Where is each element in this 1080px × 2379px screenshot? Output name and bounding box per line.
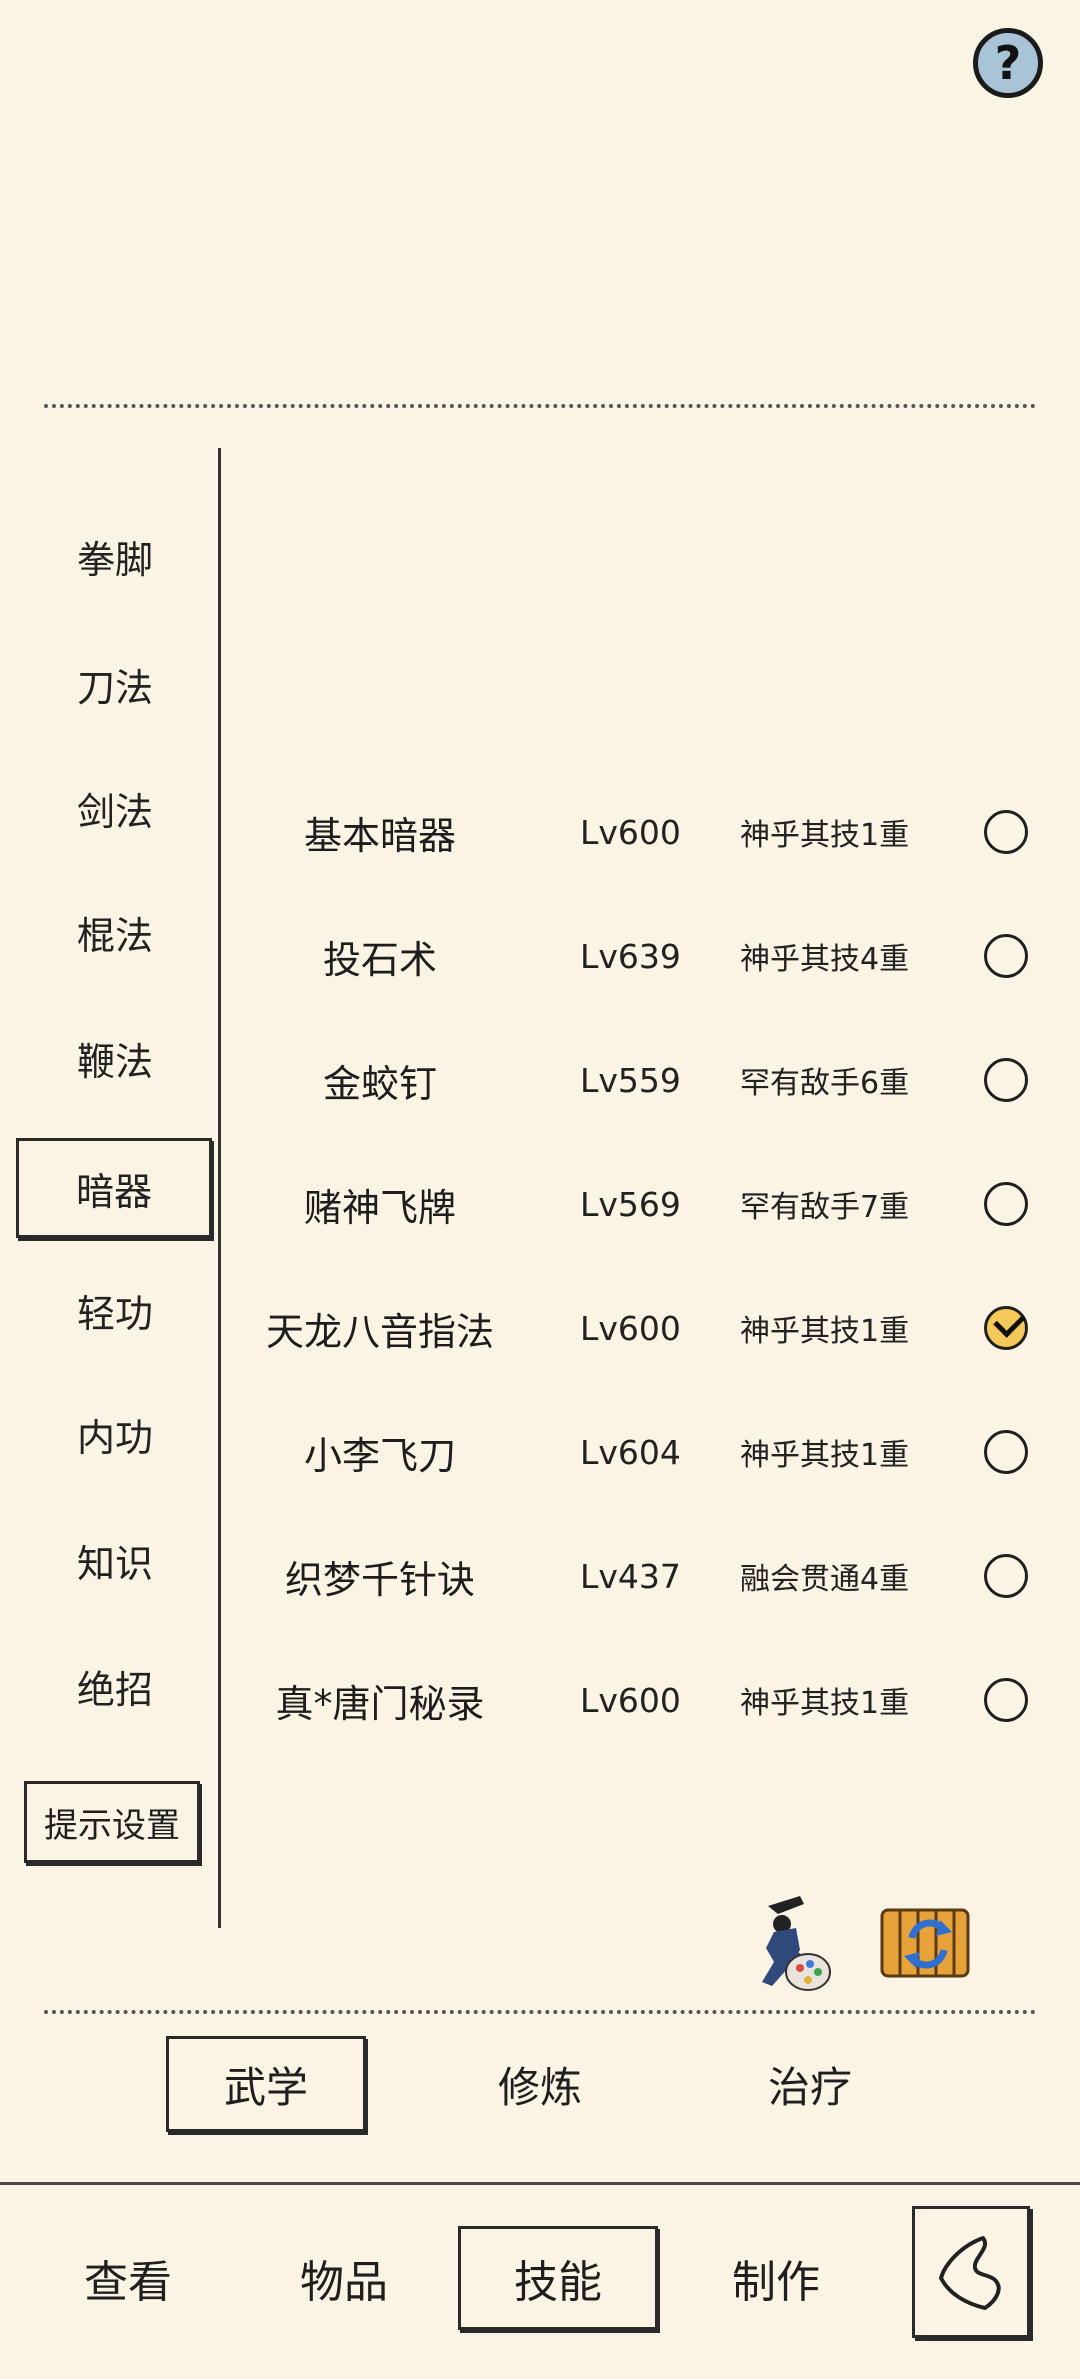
skill-row[interactable]: 赌神飞牌 Lv569 罕有敌手7重 — [240, 1164, 1040, 1244]
nav-chakan[interactable]: 查看 — [28, 2226, 228, 2330]
skill-level: Lv559 — [580, 1060, 681, 1100]
skill-rank: 神乎其技4重 — [740, 942, 910, 977]
skill-row[interactable]: 投石术 Lv639 神乎其技4重 — [240, 916, 1040, 996]
sidebar-divider — [218, 448, 221, 1928]
sidebar-item-anqi[interactable]: 暗器 — [16, 1138, 212, 1238]
skill-name: 基本暗器 — [303, 813, 456, 858]
martial-art-palette-icon[interactable] — [738, 1888, 838, 1994]
sidebar-item-quanjiao[interactable]: 拳脚 — [20, 512, 210, 600]
skill-rank: 神乎其技1重 — [740, 1686, 910, 1721]
skill-name: 小李飞刀 — [303, 1433, 456, 1478]
skill-level: Lv604 — [580, 1432, 681, 1472]
skill-name: 天龙八音指法 — [265, 1309, 494, 1354]
skill-select-radio[interactable] — [984, 1182, 1028, 1226]
bottom-divider — [44, 2010, 1036, 2014]
skill-row[interactable]: 织梦千针诀 Lv437 融会贯通4重 — [240, 1536, 1040, 1616]
skill-row[interactable]: 天龙八音指法 Lv600 神乎其技1重 — [240, 1288, 1040, 1368]
skill-rank: 罕有敌手7重 — [740, 1190, 910, 1225]
sidebar-item-jianfa[interactable]: 剑法 — [20, 764, 210, 852]
skill-row[interactable]: 金蛟钉 Lv559 罕有敌手6重 — [240, 1040, 1040, 1120]
back-button[interactable] — [912, 2206, 1030, 2338]
tab-wuxue[interactable]: 武学 — [166, 2036, 366, 2132]
top-divider — [44, 404, 1036, 408]
skill-row[interactable]: 真*唐门秘录 Lv600 神乎其技1重 — [240, 1660, 1040, 1740]
sidebar-item-neigong[interactable]: 内功 — [20, 1390, 210, 1478]
tab-xiulian[interactable]: 修炼 — [440, 2036, 640, 2132]
skill-rank: 融会贯通4重 — [740, 1562, 910, 1597]
sidebar-item-gunfa[interactable]: 棍法 — [20, 888, 210, 976]
skill-select-radio[interactable] — [984, 810, 1028, 854]
nav-wupin[interactable]: 物品 — [244, 2226, 444, 2330]
skill-select-radio[interactable] — [984, 1678, 1028, 1722]
skill-row[interactable]: 基本暗器 Lv600 神乎其技1重 — [240, 792, 1040, 872]
skill-select-radio[interactable] — [984, 1430, 1028, 1474]
nav-jineng[interactable]: 技能 — [458, 2226, 658, 2330]
back-icon — [939, 2236, 1001, 2310]
skill-name: 投石术 — [322, 937, 437, 982]
skill-level: Lv569 — [580, 1184, 681, 1224]
sidebar-item-juezhao[interactable]: 绝招 — [20, 1642, 210, 1730]
skill-level: Lv437 — [580, 1556, 681, 1596]
scroll-refresh-icon[interactable] — [872, 1892, 982, 1992]
skill-select-radio[interactable] — [984, 1554, 1028, 1598]
sidebar-item-qinggong[interactable]: 轻功 — [20, 1266, 210, 1354]
hint-settings-button[interactable]: 提示设置 — [24, 1781, 200, 1863]
tab-zhiliao[interactable]: 治疗 — [710, 2036, 910, 2132]
sidebar-item-daofa[interactable]: 刀法 — [20, 640, 210, 728]
skill-level: Lv639 — [580, 936, 681, 976]
skill-select-radio[interactable] — [984, 1306, 1028, 1350]
skill-name: 金蛟钉 — [322, 1061, 437, 1106]
nav-zhizuo[interactable]: 制作 — [676, 2226, 876, 2330]
skill-level: Lv600 — [580, 812, 681, 852]
skill-name: 织梦千针诀 — [284, 1557, 475, 1602]
skill-select-radio[interactable] — [984, 934, 1028, 978]
skill-rank: 罕有敌手6重 — [740, 1066, 910, 1101]
skill-name: 真*唐门秘录 — [275, 1681, 485, 1726]
skill-rank: 神乎其技1重 — [740, 818, 910, 853]
skill-level: Lv600 — [580, 1308, 681, 1348]
sidebar-item-zhishi[interactable]: 知识 — [20, 1516, 210, 1604]
skill-row[interactable]: 小李飞刀 Lv604 神乎其技1重 — [240, 1412, 1040, 1492]
help-icon[interactable]: ? — [973, 28, 1043, 98]
skill-level: Lv600 — [580, 1680, 681, 1720]
skill-select-radio[interactable] — [984, 1058, 1028, 1102]
skill-name: 赌神飞牌 — [303, 1185, 456, 1230]
sidebar-item-bianfa[interactable]: 鞭法 — [20, 1014, 210, 1102]
skill-rank: 神乎其技1重 — [740, 1438, 910, 1473]
skill-rank: 神乎其技1重 — [740, 1314, 910, 1349]
